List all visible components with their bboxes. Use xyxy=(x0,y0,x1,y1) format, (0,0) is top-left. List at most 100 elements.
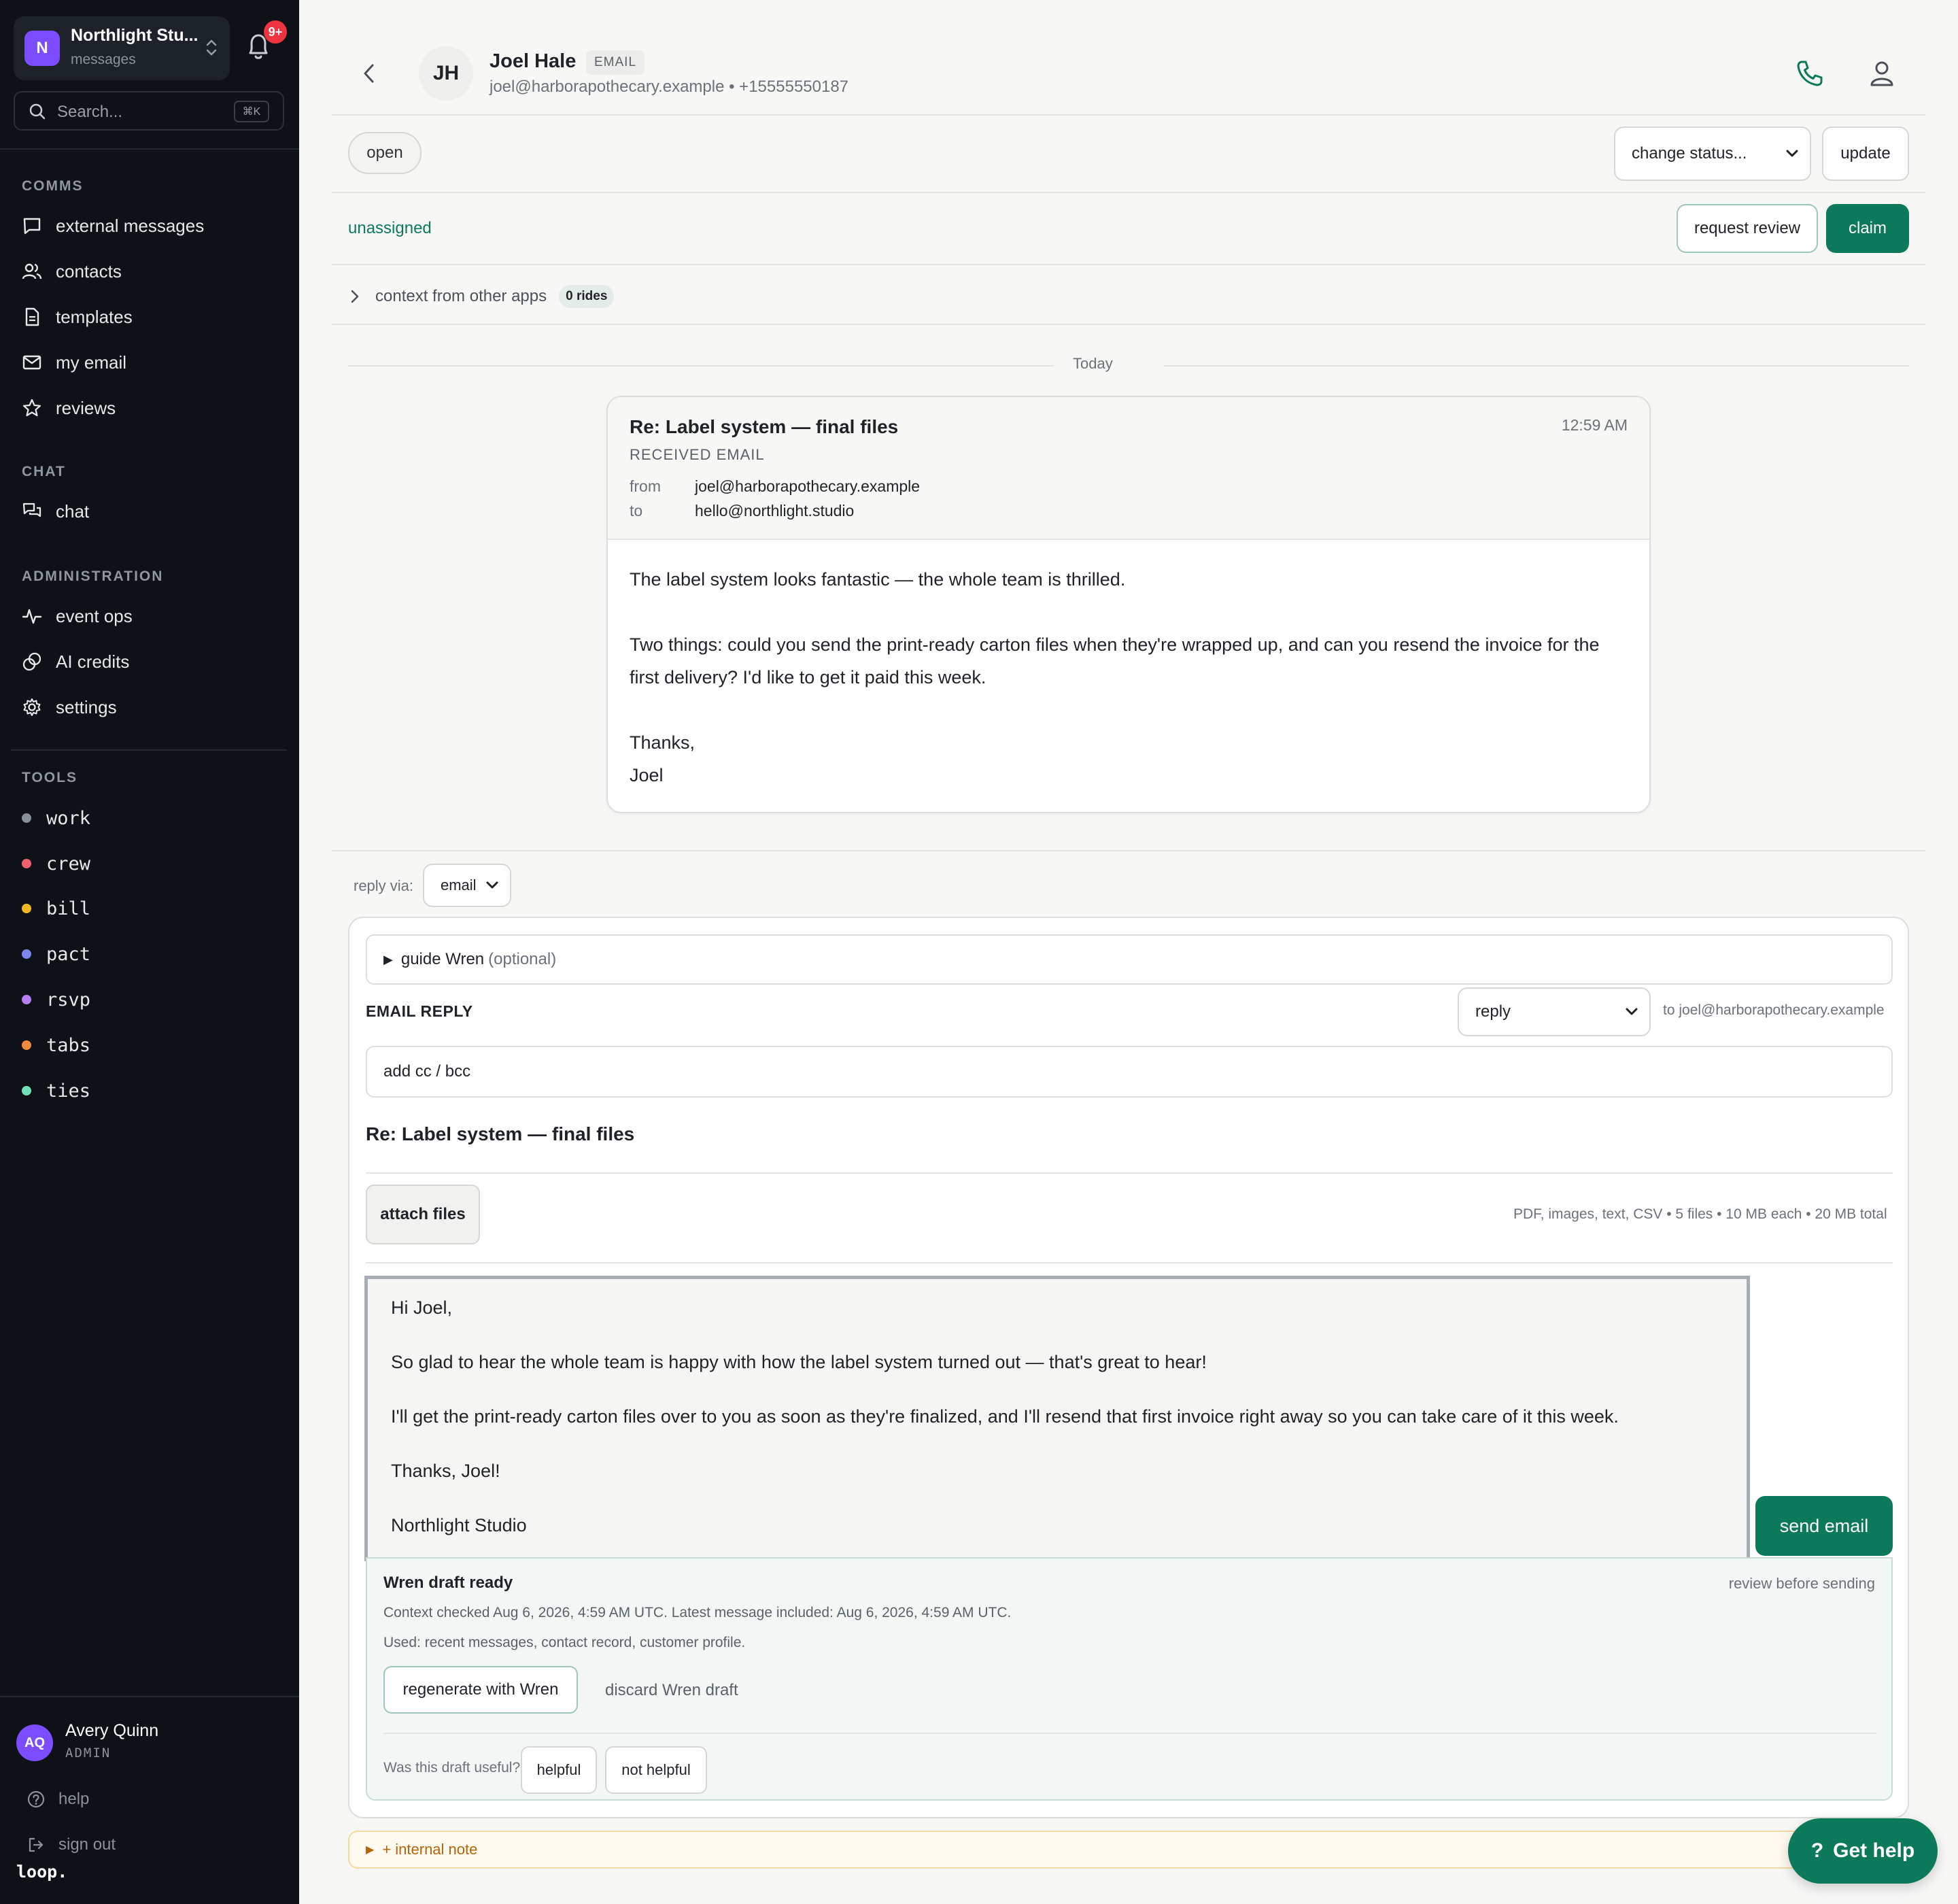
sidebar-item-chat[interactable]: chat xyxy=(20,494,286,529)
tool-bill[interactable]: bill xyxy=(22,893,90,924)
request-review-button[interactable]: request review xyxy=(1677,204,1818,253)
tool-label: ties xyxy=(46,1080,91,1102)
sidebar-item-external-messages[interactable]: external messages xyxy=(20,208,286,243)
helpful-button[interactable]: helpful xyxy=(521,1746,597,1794)
back-arrow-icon[interactable] xyxy=(360,63,378,84)
tool-crew[interactable]: crew xyxy=(22,848,90,879)
conversation-pane: JH Joel Hale EMAIL joel@harborapothecary… xyxy=(299,0,1958,1904)
section-title-chat: CHAT xyxy=(22,464,66,479)
sidebar-item-my-email[interactable]: my email xyxy=(20,345,286,380)
internal-note-toggle[interactable]: ▶ + internal note xyxy=(348,1831,1909,1869)
tool-tabs[interactable]: tabs xyxy=(22,1030,90,1061)
reply-divider xyxy=(332,850,1925,851)
mail-icon xyxy=(20,351,44,374)
sidebar: N Northlight Stu... messages 9+ Search..… xyxy=(0,0,299,1904)
reply-channel-select[interactable]: email xyxy=(423,864,511,907)
sidebar-item-contacts[interactable]: contacts xyxy=(20,254,286,289)
sidebar-item-label: my email xyxy=(56,352,127,373)
get-help-button[interactable]: ? Get help xyxy=(1788,1818,1938,1884)
wren-context-line: Context checked Aug 6, 2026, 4:59 AM UTC… xyxy=(383,1605,1012,1620)
divider xyxy=(366,1262,1893,1263)
contact-avatar: JH xyxy=(419,46,473,101)
tool-color-dot xyxy=(22,904,31,913)
not-helpful-button[interactable]: not helpful xyxy=(605,1746,707,1794)
claim-button[interactable]: claim xyxy=(1826,204,1909,253)
status-select[interactable]: change status... xyxy=(1614,126,1811,181)
tool-work[interactable]: work xyxy=(22,802,90,834)
status-select-value: change status... xyxy=(1632,144,1747,163)
context-label: context from other apps xyxy=(375,287,547,305)
sidebar-item-settings[interactable]: settings xyxy=(20,690,286,725)
workspace-name: Northlight Stu... xyxy=(71,26,199,45)
wren-used-line: Used: recent messages, contact record, c… xyxy=(383,1635,746,1650)
add-cc-bcc-button[interactable]: add cc / bcc xyxy=(366,1046,1893,1098)
feedback-question: Was this draft useful? xyxy=(383,1760,521,1775)
wren-draft-panel: Wren draft ready review before sending C… xyxy=(366,1557,1893,1801)
chevron-down-icon xyxy=(1625,1006,1638,1017)
sign-out-label: sign out xyxy=(58,1835,116,1854)
from-label: from xyxy=(630,477,661,495)
tool-rsvp[interactable]: rsvp xyxy=(22,984,90,1015)
tool-label: crew xyxy=(46,853,91,874)
sidebar-item-templates[interactable]: templates xyxy=(20,299,286,335)
user-role: ADMIN xyxy=(65,1746,111,1761)
workspace-subtitle: messages xyxy=(71,52,136,67)
email-reply-label: EMAIL REPLY xyxy=(366,1002,473,1020)
phone-icon[interactable] xyxy=(1795,58,1825,88)
workspace-switcher[interactable]: N Northlight Stu... messages xyxy=(14,16,230,80)
section-title-comms: COMMS xyxy=(22,178,84,194)
email-subject: Re: Label system — final files xyxy=(630,416,899,437)
sidebar-item-label: AI credits xyxy=(56,651,130,672)
reply-mode-value: reply xyxy=(1475,1002,1511,1021)
help-label: help xyxy=(58,1790,90,1808)
assignee-status: unassigned xyxy=(348,219,432,237)
draft-paragraph: I'll get the print-ready carton files ov… xyxy=(391,1406,1619,1427)
attach-files-button[interactable]: attach files xyxy=(366,1185,480,1244)
to-label: to xyxy=(630,502,643,520)
chat-bubbles-icon xyxy=(20,500,44,523)
section-title-tools: TOOLS xyxy=(22,770,78,785)
update-button[interactable]: update xyxy=(1822,126,1909,181)
sidebar-item-reviews[interactable]: reviews xyxy=(20,390,286,426)
tool-color-dot xyxy=(22,949,31,959)
email-paragraph: The label system looks fantastic — the w… xyxy=(630,569,1126,590)
reply-body-editor[interactable]: Hi Joel, So glad to hear the whole team … xyxy=(364,1276,1750,1561)
tool-label: work xyxy=(46,807,91,829)
guide-label: guide Wren xyxy=(400,950,485,968)
search-shortcut: ⌘K xyxy=(234,101,269,122)
reply-composer: ▶ guide Wren (optional) EMAIL REPLY repl… xyxy=(348,917,1909,1818)
draft-paragraph: So glad to hear the whole team is happy … xyxy=(391,1352,1207,1372)
user-profile-icon[interactable] xyxy=(1867,58,1897,88)
email-signoff: Thanks, xyxy=(630,732,695,753)
search-box[interactable]: Search... ⌘K xyxy=(14,91,284,131)
send-email-button[interactable]: send email xyxy=(1755,1496,1893,1556)
sidebar-item-ai-credits[interactable]: AI credits xyxy=(20,644,286,679)
search-input[interactable]: Search... xyxy=(57,103,122,122)
get-help-label: Get help xyxy=(1833,1839,1915,1862)
channel-tag: EMAIL xyxy=(586,50,645,75)
discard-wren-draft-button[interactable]: discard Wren draft xyxy=(605,1681,738,1700)
user-avatar[interactable]: AQ xyxy=(16,1724,53,1761)
email-header: Re: Label system — final files 12:59 AM … xyxy=(608,397,1649,540)
draft-paragraph: Hi Joel, xyxy=(391,1297,453,1318)
date-separator-line xyxy=(348,365,1054,367)
sidebar-item-label: external messages xyxy=(56,215,205,236)
guide-wren-toggle[interactable]: ▶ guide Wren (optional) xyxy=(366,934,1893,985)
sign-out-link[interactable]: sign out xyxy=(27,1831,116,1858)
message-square-icon xyxy=(20,214,44,237)
tool-pact[interactable]: pact xyxy=(22,938,90,970)
context-toggle[interactable]: context from other apps 0 rides xyxy=(349,284,615,309)
contact-name: Joel Hale xyxy=(490,50,577,72)
reply-recipient: to joel@harborapothecary.example xyxy=(1663,1002,1885,1018)
star-icon xyxy=(20,396,44,420)
help-link[interactable]: help xyxy=(27,1786,89,1813)
reply-mode-select[interactable]: reply xyxy=(1458,987,1651,1036)
sidebar-item-event-ops[interactable]: event ops xyxy=(20,598,286,634)
divider xyxy=(332,264,1925,265)
divider xyxy=(332,324,1925,325)
draft-paragraph: Northlight Studio xyxy=(391,1515,527,1535)
tool-ties[interactable]: ties xyxy=(22,1075,90,1106)
regenerate-with-wren-button[interactable]: regenerate with Wren xyxy=(383,1666,578,1714)
tool-label: bill xyxy=(46,898,91,919)
chevron-down-icon xyxy=(1785,148,1799,159)
